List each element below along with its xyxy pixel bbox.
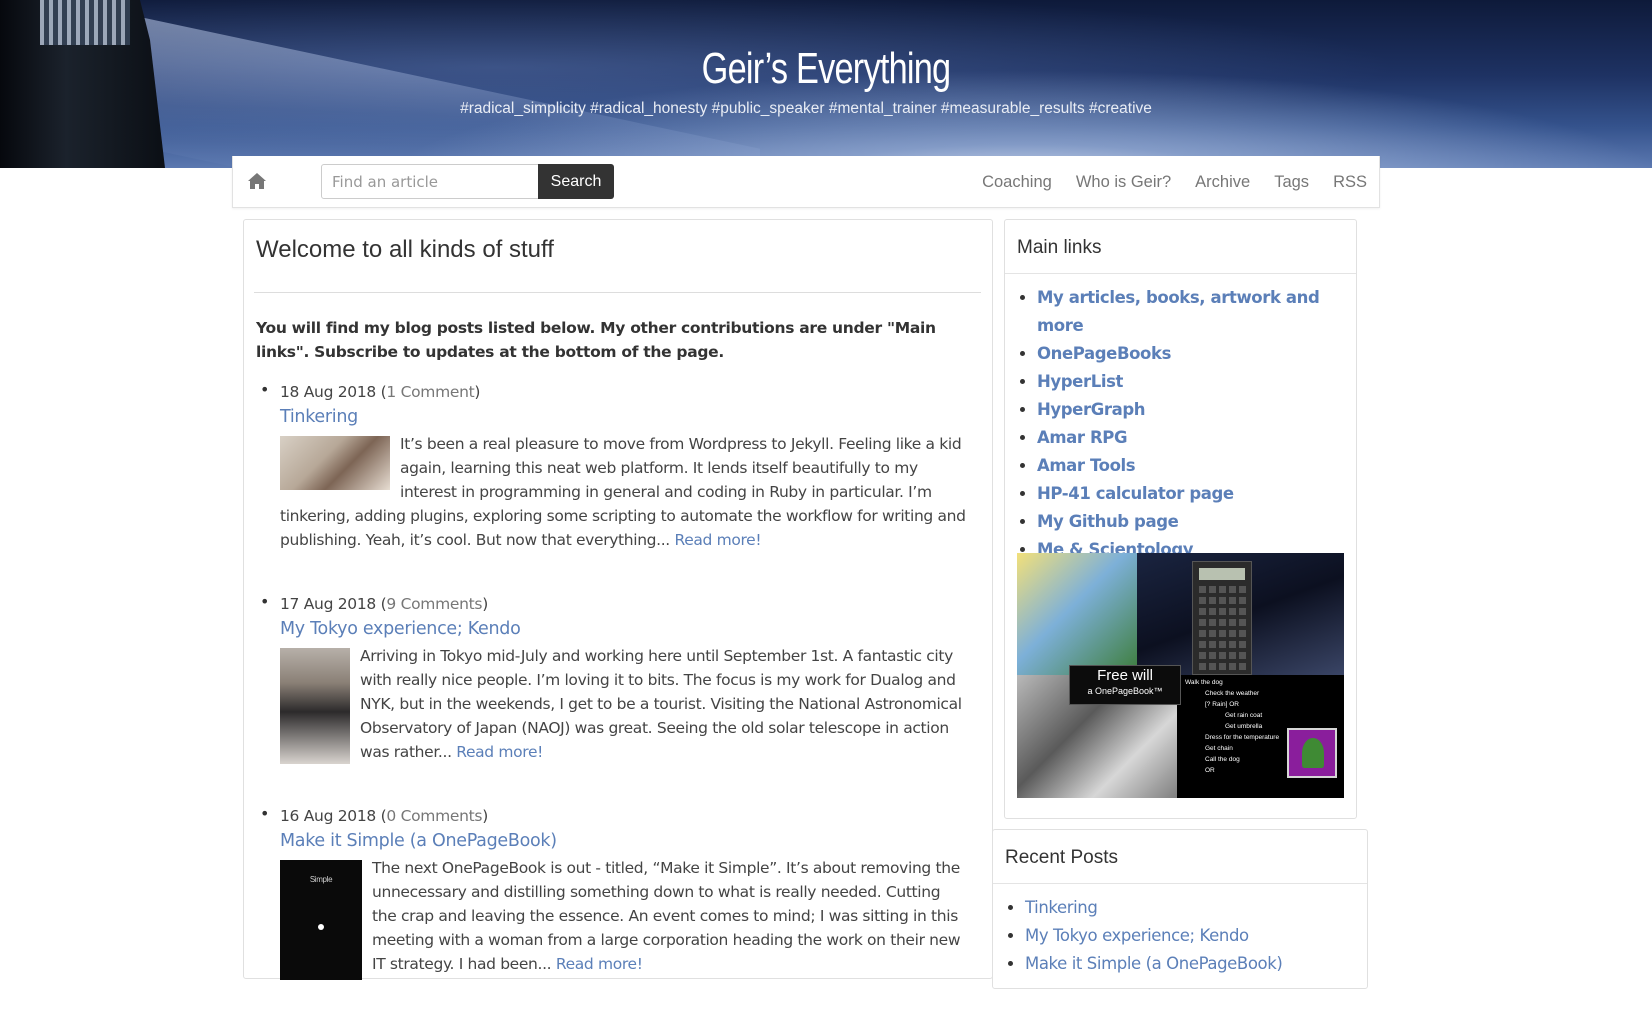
collage-line: Get umbrella <box>1225 723 1263 730</box>
main-link-hp41[interactable]: HP-41 calculator page <box>1037 484 1234 503</box>
home-icon[interactable] <box>247 172 267 190</box>
post-excerpt: Arriving in Tokyo mid-July and working h… <box>280 644 966 764</box>
collage-fantasy-art <box>1017 553 1137 675</box>
collage-line: Call the dog <box>1205 756 1240 763</box>
list-item: My articles, books, artwork and more <box>1037 284 1356 340</box>
post-excerpt: Simple The next OnePageBook is out - tit… <box>280 856 966 980</box>
read-more-link[interactable]: Read more! <box>556 955 643 973</box>
collage-line: [? Rain] OR <box>1205 701 1239 708</box>
list-item: HyperList <box>1037 368 1356 396</box>
collage-line: OR <box>1205 767 1215 774</box>
thumbnail-caption: Simple <box>309 875 333 884</box>
collage-hyperlist-text: Walk the dog Check the weather [? Rain] … <box>1185 677 1279 776</box>
list-item: HyperGraph <box>1037 396 1356 424</box>
nav-link-rss[interactable]: RSS <box>1333 173 1367 192</box>
collage-free-will: Free will a OnePageBook™ <box>1069 665 1181 705</box>
post-list: 18 Aug 2018 (1 Comment) Tinkering It’s b… <box>256 380 966 1016</box>
recent-post-link[interactable]: Tinkering <box>1025 898 1098 917</box>
post-thumbnail[interactable] <box>280 648 350 764</box>
list-item: My Tokyo experience; Kendo <box>1025 922 1367 950</box>
main-link-onepagebooks[interactable]: OnePageBooks <box>1037 344 1171 363</box>
main-link-github[interactable]: My Github page <box>1037 512 1179 531</box>
divider <box>254 292 981 293</box>
list-item: Tinkering <box>1025 894 1367 922</box>
post-date: 17 Aug 2018 <box>280 595 376 613</box>
site-title[interactable]: Geir’s Everything <box>182 44 1471 94</box>
collage-line: Get chain <box>1205 745 1233 752</box>
list-item: My Github page <box>1037 508 1356 536</box>
post-meta: 18 Aug 2018 (1 Comment) <box>280 383 481 401</box>
main-links-panel: Main links My articles, books, artwork a… <box>1004 219 1357 819</box>
recent-post-link[interactable]: My Tokyo experience; Kendo <box>1025 926 1249 945</box>
post-meta: 17 Aug 2018 (9 Comments) <box>280 595 488 613</box>
list-item: 18 Aug 2018 (1 Comment) Tinkering It’s b… <box>256 380 966 552</box>
post-thumbnail[interactable] <box>280 436 390 490</box>
thumbnail-dot <box>318 924 324 930</box>
post-title-link[interactable]: Make it Simple (a OnePageBook) <box>280 828 966 854</box>
list-item: 16 Aug 2018 (0 Comments) Make it Simple … <box>256 804 966 980</box>
recent-posts-panel: Recent Posts Tinkering My Tokyo experien… <box>992 829 1368 989</box>
collage-line: Check the weather <box>1205 690 1260 697</box>
post-excerpt: It’s been a real pleasure to move from W… <box>280 432 966 552</box>
collage-line: Dress for the temperature <box>1205 734 1280 741</box>
post-meta: 16 Aug 2018 (0 Comments) <box>280 807 488 825</box>
list-item: Amar RPG <box>1037 424 1356 452</box>
main-link-articles[interactable]: My articles, books, artwork and more <box>1037 288 1320 335</box>
main-link-amar-tools[interactable]: Amar Tools <box>1037 456 1136 475</box>
nav-link-archive[interactable]: Archive <box>1195 173 1250 192</box>
main-link-hyperlist[interactable]: HyperList <box>1037 372 1123 391</box>
list-item: Make it Simple (a OnePageBook) <box>1025 950 1367 978</box>
navbar: Search Coaching Who is Geir? Archive Tag… <box>232 156 1380 208</box>
links-collage-image[interactable]: Free will a OnePageBook™ Walk the dog Ch… <box>1017 553 1344 798</box>
main-link-amar-rpg[interactable]: Amar RPG <box>1037 428 1128 447</box>
nav-links: Coaching Who is Geir? Archive Tags RSS <box>958 156 1367 208</box>
recent-posts-list: Tinkering My Tokyo experience; Kendo Mak… <box>993 884 1367 978</box>
lighthouse-lantern <box>40 0 130 45</box>
read-more-link[interactable]: Read more! <box>456 743 543 761</box>
main-links-list: My articles, books, artwork and more One… <box>1005 274 1356 564</box>
post-thumbnail[interactable]: Simple <box>280 860 362 980</box>
post-title-link[interactable]: Tinkering <box>280 404 966 430</box>
search-input[interactable] <box>321 164 539 199</box>
intro-text: You will find my blog posts listed below… <box>256 319 936 361</box>
collage-calculator <box>1192 561 1252 675</box>
post-comments-link[interactable]: 0 Comments <box>386 807 482 825</box>
list-item: Amar Tools <box>1037 452 1356 480</box>
recent-post-link[interactable]: Make it Simple (a OnePageBook) <box>1025 954 1283 973</box>
post-excerpt-text: Arriving in Tokyo mid-July and working h… <box>360 647 962 761</box>
collage-free-will-title: Free will <box>1097 667 1153 684</box>
header-banner: Geir’s Everything #radical_simplicity #r… <box>0 0 1652 168</box>
main-panel: Welcome to all kinds of stuff You will f… <box>243 219 993 980</box>
collage-onepagebook-label: a OnePageBook™ <box>1087 686 1163 696</box>
list-item: OnePageBooks <box>1037 340 1356 368</box>
search-button[interactable]: Search <box>538 164 614 199</box>
nav-link-who-is-geir[interactable]: Who is Geir? <box>1076 173 1171 192</box>
post-title-link[interactable]: My Tokyo experience; Kendo <box>280 616 966 642</box>
nav-link-tags[interactable]: Tags <box>1274 173 1309 192</box>
main-link-hypergraph[interactable]: HyperGraph <box>1037 400 1145 419</box>
collage-line: Walk the dog <box>1185 679 1223 686</box>
post-comments-link[interactable]: 9 Comments <box>386 595 482 613</box>
recent-posts-title: Recent Posts <box>993 830 1367 884</box>
site-tagline: #radical_simplicity #radical_honesty #pu… <box>460 100 1152 117</box>
post-date: 16 Aug 2018 <box>280 807 376 825</box>
main-links-title: Main links <box>1005 220 1356 274</box>
page-title: Welcome to all kinds of stuff <box>256 236 554 263</box>
post-date: 18 Aug 2018 <box>280 383 376 401</box>
collage-line: Get rain coat <box>1225 712 1263 719</box>
read-more-link[interactable]: Read more! <box>674 531 761 549</box>
post-excerpt-text: The next OnePageBook is out - titled, “M… <box>372 859 961 973</box>
nav-link-coaching[interactable]: Coaching <box>982 173 1052 192</box>
list-item: HP-41 calculator page <box>1037 480 1356 508</box>
list-item: 17 Aug 2018 (9 Comments) My Tokyo experi… <box>256 592 966 764</box>
collage-hyperlist-tree <box>1287 728 1337 778</box>
post-comments-link[interactable]: 1 Comment <box>386 383 474 401</box>
